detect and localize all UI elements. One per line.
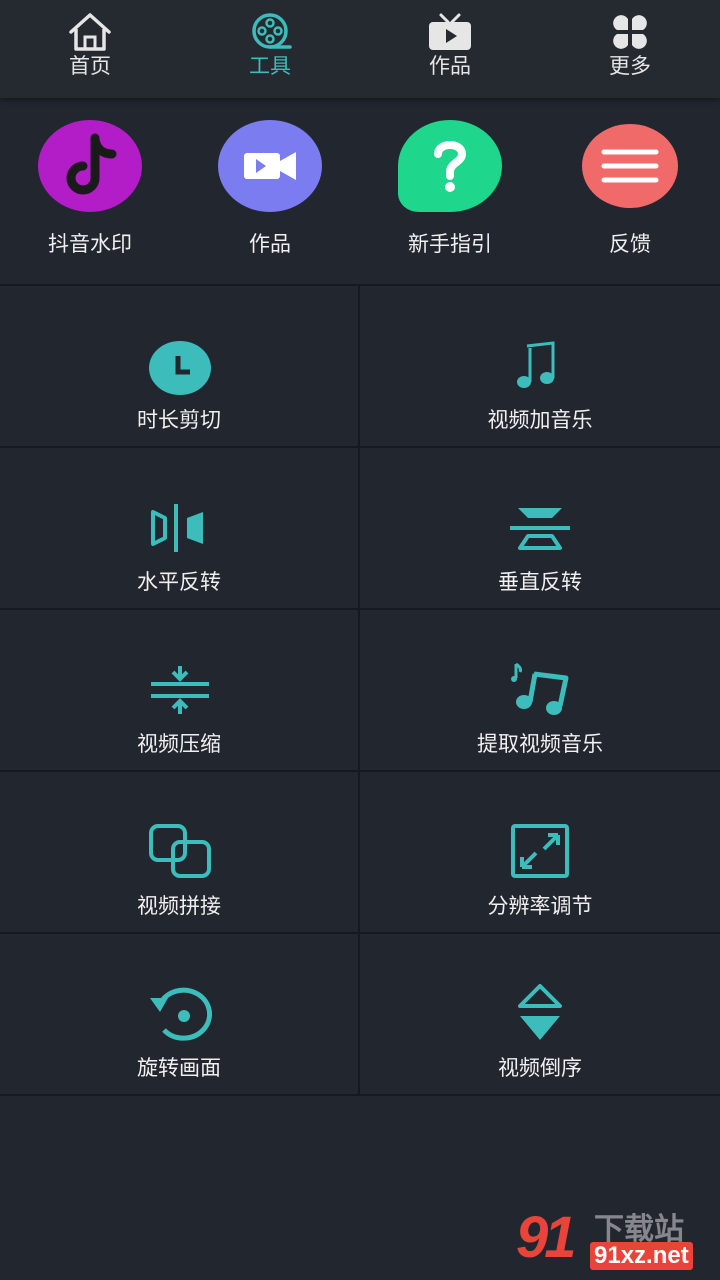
tool-flip-horizontal-label: 水平反转 xyxy=(137,570,221,594)
clock-icon xyxy=(149,341,211,395)
top-tab-bar: 首页 工具 作品 更多 xyxy=(0,0,720,98)
tab-works[interactable]: 作品 xyxy=(360,0,540,98)
quick-douyin-watermark[interactable]: 抖音水印 xyxy=(0,98,180,284)
compress-icon xyxy=(151,666,209,714)
quick-feedback-label: 反馈 xyxy=(609,232,651,256)
tab-works-label: 作品 xyxy=(429,54,471,78)
quick-actions: 抖音水印 作品 新手指引 反馈 xyxy=(0,98,720,284)
tool-reverse-label: 视频倒序 xyxy=(498,1056,582,1080)
tab-more[interactable]: 更多 xyxy=(540,0,720,98)
tab-tools[interactable]: 工具 xyxy=(180,0,360,98)
quick-beginner-guide-label: 新手指引 xyxy=(408,232,492,256)
resize-icon xyxy=(511,824,569,878)
quick-douyin-watermark-label: 抖音水印 xyxy=(48,232,132,256)
tool-duration-cut[interactable]: 时长剪切 xyxy=(0,286,360,448)
four-petal-icon xyxy=(613,15,647,49)
question-bubble-icon xyxy=(398,120,502,212)
tab-more-label: 更多 xyxy=(609,54,651,78)
tv-icon xyxy=(429,13,471,50)
tiktok-icon xyxy=(38,120,142,212)
watermark-logo: 91 xyxy=(516,1205,576,1270)
tool-add-music[interactable]: 视频加音乐 xyxy=(360,286,720,448)
tool-extract-music[interactable]: 提取视频音乐 xyxy=(360,610,720,772)
tab-tools-label: 工具 xyxy=(249,54,291,78)
tool-resolution-label: 分辨率调节 xyxy=(487,894,593,918)
rotate-icon xyxy=(150,987,212,1041)
tool-resolution[interactable]: 分辨率调节 xyxy=(360,772,720,934)
quick-works-label: 作品 xyxy=(249,232,291,256)
quick-beginner-guide[interactable]: 新手指引 xyxy=(360,98,540,284)
tool-flip-horizontal[interactable]: 水平反转 xyxy=(0,448,360,610)
reverse-icon xyxy=(518,984,562,1040)
tool-flip-vertical-label: 垂直反转 xyxy=(498,570,582,594)
tool-rotate-label: 旋转画面 xyxy=(137,1056,221,1080)
music-note-icon xyxy=(517,341,555,388)
tool-reverse[interactable]: 视频倒序 xyxy=(360,934,720,1096)
merge-icon xyxy=(149,824,211,878)
home-icon xyxy=(69,13,111,51)
tool-merge-label: 视频拼接 xyxy=(137,894,221,918)
quick-feedback[interactable]: 反馈 xyxy=(540,98,720,284)
menu-bubble-icon xyxy=(582,124,678,208)
tools-grid: 时长剪切 视频加音乐 水平反转 垂直反转 视频压缩 提取视频音乐 视频拼接 分辨… xyxy=(0,284,720,1096)
site-watermark: 91 下载站 91xz.net xyxy=(516,1204,716,1274)
watermark-url: 91xz.net xyxy=(590,1242,693,1270)
tool-compress[interactable]: 视频压缩 xyxy=(0,610,360,772)
extract-music-icon xyxy=(511,662,569,715)
flip-horizontal-icon xyxy=(151,504,203,552)
quick-works[interactable]: 作品 xyxy=(180,98,360,284)
tool-add-music-label: 视频加音乐 xyxy=(487,408,593,432)
tab-home[interactable]: 首页 xyxy=(0,0,180,98)
tool-duration-cut-label: 时长剪切 xyxy=(137,408,221,432)
tab-home-label: 首页 xyxy=(69,54,111,78)
tool-rotate[interactable]: 旋转画面 xyxy=(0,934,360,1096)
tool-extract-music-label: 提取视频音乐 xyxy=(477,732,603,756)
flip-vertical-icon xyxy=(510,508,570,550)
film-reel-icon xyxy=(252,13,292,49)
tool-flip-vertical[interactable]: 垂直反转 xyxy=(360,448,720,610)
tool-compress-label: 视频压缩 xyxy=(137,732,221,756)
tool-merge[interactable]: 视频拼接 xyxy=(0,772,360,934)
video-camera-icon xyxy=(218,120,322,212)
